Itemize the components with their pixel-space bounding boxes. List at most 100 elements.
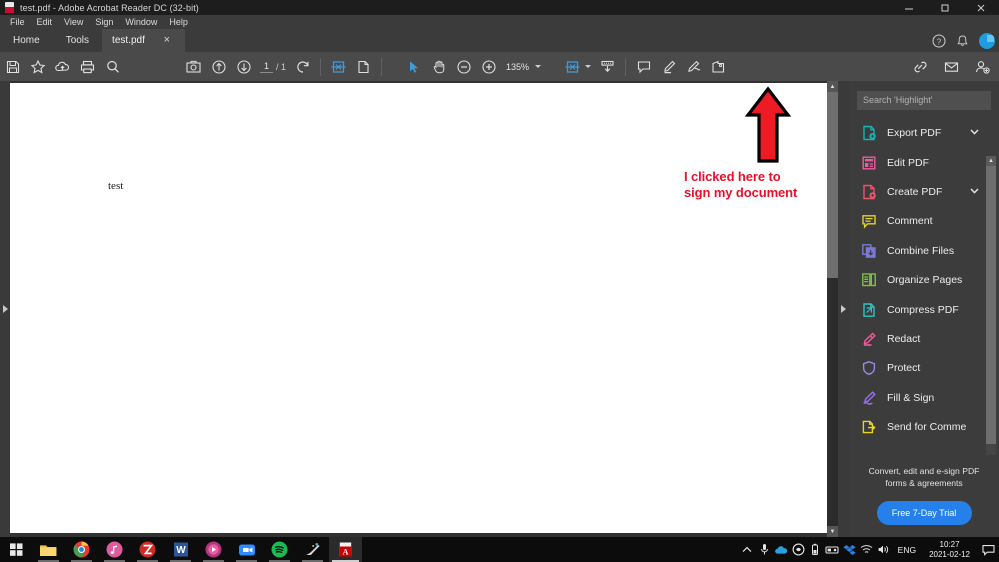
previous-page-icon[interactable] [206,52,231,81]
cursor-select-icon[interactable] [401,52,426,81]
highlight-marker-icon[interactable] [656,52,681,81]
taskbar-spotify-icon[interactable] [263,537,296,562]
close-icon[interactable] [963,0,999,15]
minimize-icon[interactable] [891,0,927,15]
window-controls [891,0,999,15]
chevron-down-icon[interactable] [970,129,979,137]
tool-compress-pdf[interactable]: Compress PDF [849,295,999,324]
scroll-up-button[interactable]: ▲ [986,156,996,166]
tab-tools[interactable]: Tools [53,29,102,52]
share-link-icon[interactable] [908,52,933,81]
scroll-up-button[interactable]: ▲ [827,81,838,92]
hide-right-panel-arrow[interactable] [838,81,849,537]
tab-home[interactable]: Home [0,29,53,52]
fit-page-icon[interactable] [326,52,351,81]
fill-and-sign-icon[interactable] [681,52,706,81]
scroll-mode-icon[interactable] [595,52,620,81]
chevron-down-icon[interactable] [535,65,541,68]
email-envelope-icon[interactable] [939,52,964,81]
menu-help[interactable]: Help [163,15,194,29]
scroll-down-button[interactable]: ▼ [827,526,838,537]
onedrive-icon[interactable] [773,537,790,562]
show-left-panel-arrow[interactable] [0,81,10,537]
edit-pdf-icon [861,155,877,171]
chevron-down-icon[interactable] [970,188,979,196]
menu-edit[interactable]: Edit [31,15,59,29]
user-avatar[interactable] [979,33,995,49]
notifications-icon[interactable] [977,537,999,562]
search-icon[interactable] [100,52,125,81]
save-icon[interactable] [0,52,25,81]
scrollbar-thumb[interactable] [986,166,996,444]
bell-icon[interactable] [956,34,969,48]
microphone-icon[interactable] [756,537,773,562]
tool-send-for-comments[interactable]: Send for Comme [849,412,999,441]
zoom-level-select[interactable]: 135% [501,62,546,72]
rotate-icon[interactable] [290,52,315,81]
close-icon[interactable]: × [161,35,173,46]
taskbar-microsoft-word-icon[interactable]: W [164,537,197,562]
page-body-text: test [108,180,123,192]
dropbox-icon[interactable] [841,537,858,562]
tool-create-pdf[interactable]: Create PDF [849,177,999,206]
volume-icon[interactable] [875,537,892,562]
document-vertical-scrollbar[interactable]: ▲ ▼ [827,81,838,537]
tool-redact[interactable]: Redact [849,324,999,353]
next-page-icon[interactable] [231,52,256,81]
battery-icon[interactable] [807,537,824,562]
star-icon[interactable] [25,52,50,81]
tools-panel: Export PDF Edit PDF Create PDF [849,81,999,537]
taskbar-file-explorer-icon[interactable] [32,537,65,562]
question-circle-icon[interactable]: ? [932,34,946,48]
wifi-icon[interactable] [858,537,875,562]
scrollbar-thumb[interactable] [827,92,838,278]
meter-icon[interactable] [824,537,841,562]
upload-cloud-icon[interactable] [50,52,75,81]
taskbar-itunes-icon[interactable] [98,537,131,562]
tool-export-pdf[interactable]: Export PDF [849,119,999,148]
stamp-icon[interactable] [706,52,731,81]
show-hidden-icons-chevron[interactable] [739,537,756,562]
tool-edit-pdf[interactable]: Edit PDF [849,148,999,177]
chevron-right-icon [841,305,846,313]
page-navigation[interactable]: 1 / 1 [256,60,290,73]
nvidia-icon[interactable] [790,537,807,562]
zoom-in-icon[interactable] [476,52,501,81]
hand-pan-icon[interactable] [426,52,451,81]
menu-window[interactable]: Window [119,15,163,29]
tool-combine-files[interactable]: Combine Files [849,236,999,265]
menu-view[interactable]: View [58,15,89,29]
tool-fill-and-sign[interactable]: Fill & Sign [849,383,999,412]
fit-width-icon[interactable] [560,52,585,81]
tool-comment[interactable]: Comment [849,207,999,236]
tool-organize-pages[interactable]: Organize Pages [849,265,999,294]
taskbar-zoom-meetings-icon[interactable] [230,537,263,562]
print-icon[interactable] [75,52,100,81]
menu-sign[interactable]: Sign [89,15,119,29]
tools-panel-scrollbar[interactable]: ▲ ▼ [986,156,996,456]
clock[interactable]: 10:27 2021-02-12 [922,540,977,560]
tab-document[interactable]: test.pdf × [102,29,185,52]
language-indicator[interactable]: ENG [892,545,922,555]
comment-icon[interactable] [631,52,656,81]
menu-file[interactable]: File [4,15,31,29]
fit-width-dropdown[interactable] [585,52,595,81]
taskbar-adobe-acrobat-icon[interactable]: A [329,537,362,562]
page-number-input[interactable]: 1 [260,60,273,73]
free-trial-button[interactable]: Free 7-Day Trial [877,501,972,525]
chevron-right-icon [3,305,8,313]
taskbar-google-chrome-icon[interactable] [65,537,98,562]
tool-protect[interactable]: Protect [849,354,999,383]
pdf-page[interactable]: test I clicked here to sign my document [10,83,828,533]
windows-start-icon[interactable] [0,537,32,562]
request-signature-icon[interactable] [970,52,995,81]
taskbar-media-player-icon[interactable] [197,537,230,562]
zoom-out-icon[interactable] [451,52,476,81]
search-input[interactable] [857,91,991,110]
page-view-icon[interactable] [351,52,376,81]
snapshot-icon[interactable] [181,52,206,81]
taskbar-paint-net-icon[interactable] [296,537,329,562]
chevron-down-icon[interactable] [585,65,591,68]
taskbar-zotero-icon[interactable] [131,537,164,562]
maximize-icon[interactable] [927,0,963,15]
